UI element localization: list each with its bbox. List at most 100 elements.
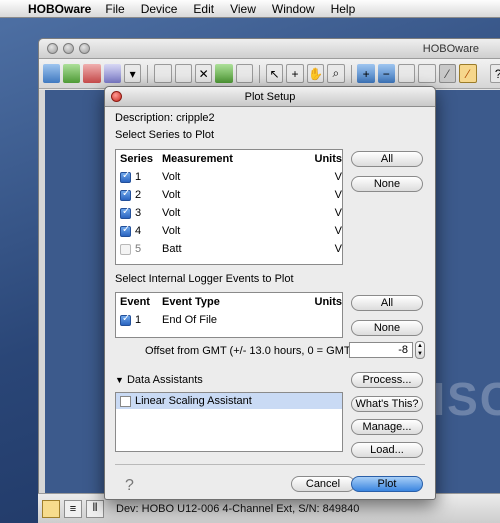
event-number: 1 — [135, 314, 142, 326]
series-all-button[interactable]: All — [351, 151, 423, 167]
column-view-icon[interactable]: ⦀ — [86, 499, 104, 518]
window-controls — [47, 43, 90, 54]
cancel-button[interactable]: Cancel — [291, 476, 355, 492]
assistants-list: Linear Scaling Assistant — [115, 392, 343, 452]
series-none-button[interactable]: None — [351, 176, 423, 192]
dialog-separator — [115, 464, 425, 465]
detail-view-icon[interactable] — [42, 499, 60, 518]
series-checkbox[interactable] — [120, 188, 131, 201]
event-row: 1 End Of File — [116, 311, 342, 329]
event-units-header: Units — [314, 296, 343, 308]
series-checkbox[interactable] — [120, 170, 131, 183]
assistant-list-item[interactable]: Linear Scaling Assistant — [116, 393, 342, 409]
close-window-button[interactable] — [47, 43, 58, 54]
zoom-in-icon[interactable]: + — [357, 64, 375, 83]
manage-button[interactable]: Manage... — [351, 419, 423, 435]
chart-icon[interactable]: ⁄ — [459, 64, 477, 83]
gmt-offset-field[interactable]: -8 — [349, 342, 413, 358]
event-checkbox[interactable] — [120, 313, 131, 326]
plot-button[interactable]: Plot — [351, 476, 423, 492]
toolbar-separator — [147, 64, 149, 83]
data-assistants-text: Data Assistants — [126, 374, 203, 386]
description-label: Description: cripple2 — [115, 112, 215, 124]
magnifier-icon[interactable]: ⌕ — [327, 64, 345, 83]
events-all-button[interactable]: All — [351, 295, 423, 311]
minimize-window-button[interactable] — [63, 43, 74, 54]
main-toolbar: ▾ ✕ ↖ + ✋ ⌕ + − ⁄ ⁄ ? — [39, 59, 500, 89]
menu-app-name[interactable]: HOBOware — [28, 2, 91, 16]
series-checkbox[interactable] — [120, 224, 131, 237]
series-number: 2 — [135, 189, 142, 201]
series-units: V — [334, 207, 342, 219]
series-section-label: Select Series to Plot — [115, 129, 215, 141]
plot-setup-dialog: Plot Setup Description: cripple2 Select … — [104, 86, 436, 500]
events-table: Event Event Type Units 1 End Of File — [115, 292, 343, 338]
menu-help[interactable]: Help — [331, 2, 356, 16]
assistant-name: Linear Scaling Assistant — [135, 395, 252, 407]
save-icon[interactable] — [174, 64, 192, 83]
series-row: 4 Volt V — [116, 222, 342, 240]
annotate-icon[interactable] — [397, 64, 416, 83]
delete-icon[interactable]: ✕ — [195, 64, 213, 83]
menu-window[interactable]: Window — [272, 2, 315, 16]
series-checkbox[interactable] — [120, 206, 131, 219]
dialog-titlebar: Plot Setup — [105, 87, 435, 107]
toolbar-separator — [259, 64, 260, 83]
series-checkbox[interactable] — [120, 243, 131, 255]
whats-this-button[interactable]: What's This? — [351, 396, 423, 412]
readout-icon[interactable] — [63, 64, 81, 83]
series-units: V — [334, 243, 342, 255]
menu-view[interactable]: View — [230, 2, 256, 16]
series-units: V — [334, 225, 342, 237]
series-measurement: Volt — [162, 207, 181, 219]
series-table-header: Series Measurement Units — [116, 150, 342, 168]
crosshair-icon[interactable]: + — [286, 64, 304, 83]
events-table-header: Event Event Type Units — [116, 293, 342, 311]
menu-bar: HOBOware File Device Edit View Window He… — [0, 0, 500, 18]
events-none-button[interactable]: None — [351, 320, 423, 336]
device-icon[interactable] — [103, 64, 121, 83]
event-type: End Of File — [162, 314, 218, 326]
print-icon[interactable] — [235, 64, 254, 83]
zoom-out-icon[interactable]: − — [377, 64, 395, 83]
hand-icon[interactable]: ✋ — [306, 64, 325, 83]
process-button[interactable]: Process... — [351, 372, 423, 388]
series-measurement: Volt — [162, 225, 181, 237]
document-menu-icon[interactable]: ▾ — [123, 64, 142, 83]
menu-device[interactable]: Device — [141, 2, 178, 16]
dialog-title: Plot Setup — [244, 91, 296, 103]
plot-setup-icon[interactable]: ⁄ — [438, 64, 457, 83]
main-window-title: HOBOware — [422, 43, 479, 55]
open-icon[interactable] — [154, 64, 172, 83]
series-table: Series Measurement Units 1 Volt V 2 Volt… — [115, 149, 343, 265]
checklist-icon[interactable] — [418, 64, 436, 83]
load-button[interactable]: Load... — [351, 442, 423, 458]
series-number: 4 — [135, 225, 142, 237]
left-edge — [39, 90, 45, 523]
gmt-offset-stepper[interactable]: ▲ ▼ — [415, 341, 425, 359]
menu-file[interactable]: File — [105, 2, 124, 16]
event-header: Event — [120, 296, 150, 308]
series-measurement: Batt — [162, 243, 182, 255]
main-titlebar: HOBOware — [39, 39, 500, 59]
pointer-icon[interactable]: ↖ — [265, 64, 284, 83]
device-status-text: Dev: HOBO U12-006 4-Channel Ext, S/N: 84… — [116, 502, 360, 515]
menu-edit[interactable]: Edit — [193, 2, 214, 16]
series-row: 5 Batt V — [116, 240, 342, 258]
series-measurement: Volt — [162, 171, 181, 183]
export-icon[interactable] — [215, 64, 233, 83]
toolbar-separator — [350, 64, 352, 83]
zoom-window-button[interactable] — [79, 43, 90, 54]
status-icon[interactable] — [83, 64, 101, 83]
disclosure-triangle-icon[interactable]: ▼ — [115, 375, 124, 385]
series-row: 1 Volt V — [116, 168, 342, 186]
list-view-icon[interactable]: ≡ — [64, 499, 82, 518]
data-assistants-label[interactable]: ▼ Data Assistants — [115, 374, 203, 386]
series-row: 2 Volt V — [116, 186, 342, 204]
series-units: V — [334, 171, 342, 183]
launch-icon[interactable] — [43, 64, 61, 83]
help-icon[interactable]: ? — [489, 64, 500, 83]
series-number: 5 — [135, 243, 142, 255]
events-section-label: Select Internal Logger Events to Plot — [115, 273, 294, 285]
help-question-icon[interactable]: ? — [125, 477, 134, 495]
